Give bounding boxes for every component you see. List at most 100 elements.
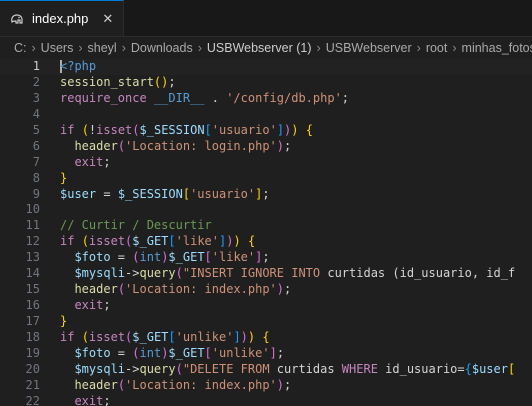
code-token: ( — [132, 250, 140, 265]
code-token: ] — [276, 122, 285, 137]
code-token: ( — [132, 122, 140, 137]
line-number: 22 — [25, 393, 40, 406]
code-line: 2 session_start(); — [0, 75, 532, 91]
chevron-right-icon: › — [78, 41, 83, 55]
code-text: } — [60, 314, 532, 330]
code-token: { — [262, 329, 270, 344]
code-text: header('Location: index.php'); — [60, 378, 532, 394]
chevron-right-icon: › — [197, 41, 202, 55]
code-text: } — [60, 171, 532, 187]
breadcrumb-item[interactable]: USBWebserver — [326, 41, 412, 55]
code-token: [ — [204, 345, 212, 360]
code-line: 19 $foto = (int)$_GET['unlike']; — [0, 346, 532, 362]
breadcrumb-item[interactable]: USBWebserver (1) — [207, 41, 312, 55]
code-token: if — [60, 234, 75, 249]
code-token: if — [60, 329, 75, 344]
code-token: [ — [182, 186, 191, 201]
code-token: { — [247, 234, 256, 249]
line-number: 4 — [32, 106, 40, 121]
code-token: $_SESSION — [117, 186, 183, 201]
line-number: 9 — [32, 186, 40, 201]
line-number: 13 — [25, 250, 40, 265]
tab-index-php[interactable]: index.php ✕ — [0, 0, 125, 36]
chevron-right-icon: › — [121, 41, 126, 55]
code-token: } — [60, 170, 68, 185]
code-token: 'usuario' — [190, 186, 256, 201]
code-token: -> — [125, 361, 140, 376]
code-token: ) — [233, 234, 241, 249]
code-token: 'unlike' — [175, 329, 234, 344]
breadcrumb-item[interactable]: root — [426, 41, 448, 55]
breadcrumb-item[interactable]: Downloads — [131, 41, 193, 55]
code-token: int — [139, 250, 162, 265]
breadcrumb-item[interactable]: Users — [41, 41, 74, 55]
code-token: query — [139, 361, 176, 376]
code-line: 17} — [0, 314, 532, 330]
code-line: 9 $user = $_SESSION['usuario']; — [0, 187, 532, 203]
code-token: query — [139, 266, 176, 281]
code-text: exit; — [60, 394, 532, 406]
code-token: exit — [74, 298, 104, 313]
code-line: 8} — [0, 171, 532, 187]
code-token: ; — [284, 377, 292, 392]
code-line: 3 require_once __DIR__ . '/config/db.php'… — [0, 91, 532, 107]
code-line: 10 — [0, 202, 532, 218]
breadcrumb-item[interactable]: sheyl — [88, 41, 117, 55]
code-token: __DIR__ — [153, 90, 205, 105]
code-token: header — [74, 377, 118, 392]
code-token: ( — [117, 138, 126, 153]
code-token: ) — [276, 377, 284, 392]
line-number: 21 — [25, 377, 40, 392]
code-token: 'like' — [175, 234, 219, 249]
line-number: 15 — [25, 282, 40, 297]
code-token: "DELETE FROM — [182, 361, 277, 376]
code-line: 22 exit; — [0, 394, 532, 406]
code-token: session_start — [60, 74, 154, 89]
code-token: [ — [168, 329, 176, 344]
code-line: 20 $mysqli->query("DELETE FROM curtidas … — [0, 362, 532, 378]
line-number: 12 — [25, 234, 40, 249]
code-token: header — [74, 282, 118, 297]
code-editor[interactable]: 1 <?php 2 session_start(); 3 require_once __D… — [0, 59, 532, 406]
code-token: ) — [276, 138, 284, 153]
code-token: . — [204, 90, 227, 105]
code-token: // Curtir / Descurtir — [60, 218, 212, 233]
code-token: ( — [175, 266, 183, 281]
code-token: $_GET — [168, 345, 205, 360]
code-text: if (isset($_GET['unlike'])) { — [60, 330, 532, 346]
code-token: { — [305, 122, 313, 137]
line-number: 2 — [32, 74, 40, 89]
code-token: <?php — [60, 59, 97, 73]
code-token: int — [139, 345, 162, 360]
code-token: $_GET — [132, 329, 169, 344]
code-token: } — [60, 314, 68, 328]
breadcrumb-item[interactable]: minhas_fotos — [462, 41, 532, 55]
code-token: require_once — [60, 90, 147, 105]
code-token: ) — [276, 282, 284, 297]
code-line: 15 header('Location: index.php'); — [0, 282, 532, 298]
code-text: exit; — [60, 298, 532, 314]
code-token: $user — [471, 361, 508, 376]
code-token: $mysqli — [74, 361, 126, 376]
code-token: ( — [132, 345, 140, 360]
breadcrumb-item[interactable]: C: — [14, 41, 27, 55]
close-icon[interactable]: ✕ — [102, 11, 113, 27]
code-token: curtidas (id_usuario, id_f — [327, 266, 516, 281]
code-token: exit — [74, 393, 104, 406]
code-token: ( — [81, 234, 89, 249]
line-number: 11 — [25, 218, 40, 233]
code-token: ; — [103, 393, 111, 406]
line-number: 7 — [32, 154, 40, 169]
